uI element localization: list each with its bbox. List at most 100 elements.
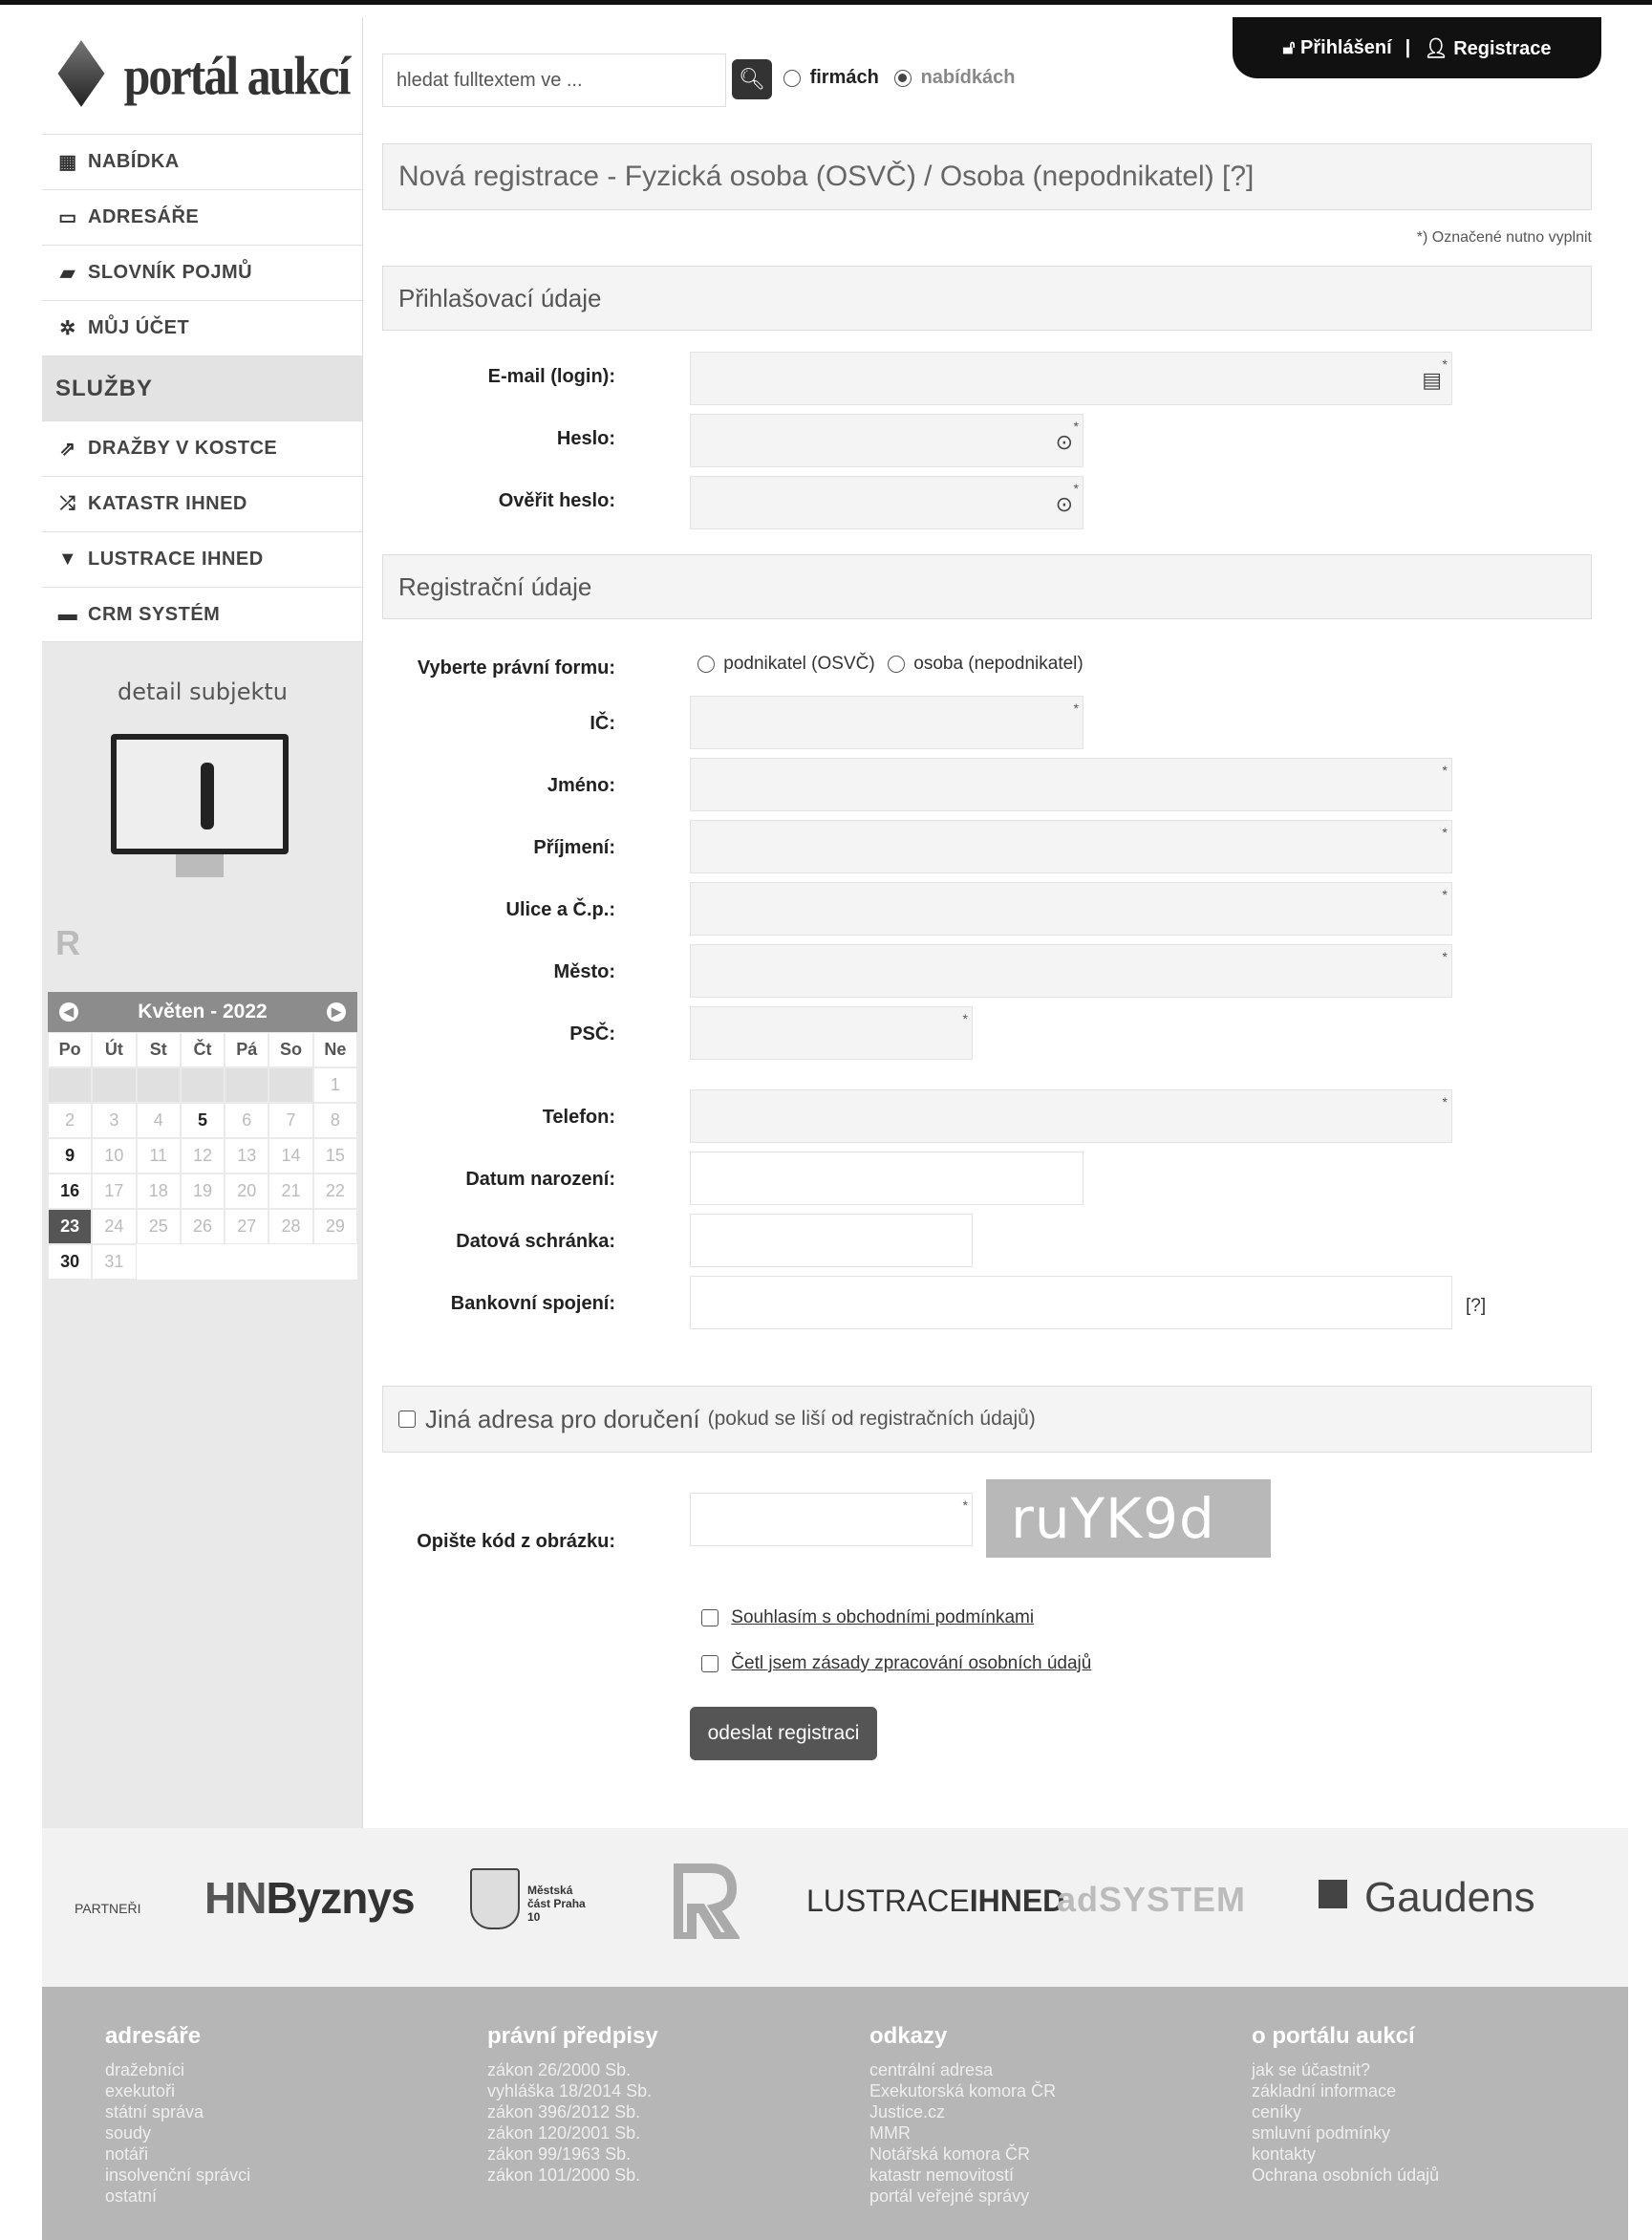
footer-link[interactable]: katastr nemovitostí: [869, 2165, 1056, 2186]
calendar-day[interactable]: 12: [180, 1138, 225, 1174]
footer-link[interactable]: zákon 101/2000 Sb.: [487, 2165, 658, 2186]
birth-date-field[interactable]: [690, 1152, 1083, 1205]
calendar-day[interactable]: 7: [268, 1103, 313, 1138]
radio-firms[interactable]: [783, 69, 801, 87]
calendar-day[interactable]: 13: [225, 1138, 269, 1174]
partner-adsystem[interactable]: adSYSTEM: [1057, 1880, 1246, 1920]
search-option-offers[interactable]: nabídkách: [894, 67, 1015, 89]
footer-link[interactable]: základní informace: [1252, 2080, 1439, 2101]
bank-field[interactable]: [690, 1276, 1452, 1329]
footer-link[interactable]: Justice.cz: [869, 2101, 1056, 2122]
calendar-day[interactable]: 5: [180, 1103, 225, 1138]
footer-link[interactable]: portál veřejné správy: [869, 2186, 1056, 2207]
praha10-crest-icon[interactable]: [470, 1868, 520, 1929]
alt-address-checkbox[interactable]: [398, 1411, 416, 1428]
calendar-day[interactable]: 18: [136, 1174, 181, 1209]
next-month-icon[interactable]: ▶: [327, 1002, 346, 1022]
partner-gaudens[interactable]: Gaudens: [1364, 1874, 1535, 1922]
footer-link[interactable]: ceníky: [1252, 2101, 1439, 2122]
calendar-day[interactable]: 23: [48, 1209, 93, 1244]
calendar-day[interactable]: 26: [180, 1209, 225, 1244]
calendar-day[interactable]: 3: [92, 1103, 137, 1138]
search-input[interactable]: hledat fulltextem ve ...: [382, 54, 726, 107]
promo-detail-subjektu[interactable]: detail subjektu R: [42, 642, 362, 996]
footer-link[interactable]: vyhláška 18/2014 Sb.: [487, 2080, 658, 2101]
password-field[interactable]: * ⊙: [690, 414, 1083, 467]
sidebar-item-katastr[interactable]: ⤮ KATASTR IHNED: [42, 476, 362, 531]
footer-link[interactable]: smluvní podmínky: [1252, 2122, 1439, 2143]
last-name-field[interactable]: *: [690, 820, 1452, 873]
sidebar-item-crm[interactable]: ▬ CRM SYSTÉM: [42, 587, 362, 642]
privacy-checkbox[interactable]: [701, 1654, 719, 1672]
calendar-day[interactable]: 16: [48, 1174, 93, 1209]
footer-link[interactable]: centrální adresa: [869, 2059, 1056, 2080]
submit-registration-button[interactable]: odeslat registraci: [690, 1707, 877, 1760]
alt-address-panel[interactable]: Jiná adresa pro doručení (pokud se liší …: [382, 1386, 1592, 1453]
email-field[interactable]: * ▤: [690, 352, 1452, 405]
footer-link[interactable]: zákon 99/1963 Sb.: [487, 2143, 658, 2165]
sidebar-item-muj-ucet[interactable]: ✲ MŮJ ÚČET: [42, 300, 362, 355]
footer-link[interactable]: exekutoři: [105, 2080, 250, 2101]
sidebar-item-nabidka[interactable]: ▦ NABÍDKA: [42, 134, 362, 189]
footer-link[interactable]: insolvenční správci: [105, 2165, 250, 2186]
partner-lustrace[interactable]: LUSTRACEIHNED: [806, 1884, 1064, 1919]
partner-hnbyznys[interactable]: HNByznys: [204, 1872, 416, 1924]
prev-month-icon[interactable]: ◀: [59, 1002, 78, 1022]
calendar-day[interactable]: 14: [268, 1138, 313, 1174]
sidebar-item-drazby[interactable]: ⇗ DRAŽBY V KOSTCE: [42, 420, 362, 476]
city-field[interactable]: *: [690, 944, 1452, 998]
search-option-firms[interactable]: firmách: [783, 67, 879, 89]
sidebar-item-slovnik[interactable]: ▰ SLOVNÍK POJMŮ: [42, 245, 362, 300]
ic-field[interactable]: *: [690, 696, 1083, 749]
calendar-day[interactable]: 22: [312, 1174, 357, 1209]
captcha-field[interactable]: *: [690, 1493, 973, 1546]
login-link[interactable]: 🔓︎ Přihlášení: [1283, 37, 1392, 59]
sidebar-item-adresare[interactable]: ▭ ADRESÁŘE: [42, 189, 362, 245]
footer-link[interactable]: MMR: [869, 2122, 1056, 2143]
radio-nepodnikatel[interactable]: [887, 655, 905, 673]
calendar-day[interactable]: 29: [312, 1209, 357, 1244]
calendar-day[interactable]: 15: [312, 1138, 357, 1174]
footer-link[interactable]: jak se účastnit?: [1252, 2059, 1439, 2080]
footer-link[interactable]: soudy: [105, 2122, 250, 2143]
footer-link[interactable]: notáři: [105, 2143, 250, 2165]
calendar-day[interactable]: 17: [92, 1174, 137, 1209]
search-button[interactable]: 🔍︎: [732, 59, 772, 99]
calendar-day[interactable]: 31: [92, 1244, 137, 1280]
bank-help-link[interactable]: [?]: [1466, 1296, 1486, 1317]
radio-osvc[interactable]: [697, 655, 715, 673]
calendar-day[interactable]: 6: [225, 1103, 269, 1138]
calendar-day[interactable]: 2: [48, 1103, 93, 1138]
site-logo[interactable]: portál aukcí: [42, 17, 362, 134]
calendar-day[interactable]: 21: [268, 1174, 313, 1209]
footer-link[interactable]: Exekutorská komora ČR: [869, 2080, 1056, 2101]
privacy-link[interactable]: Četl jsem zásady zpracování osobních úda…: [731, 1653, 1091, 1673]
r-partner-logo-icon[interactable]: [673, 1861, 743, 1942]
password-confirm-field[interactable]: * ⊙: [690, 476, 1083, 529]
footer-link[interactable]: zákon 120/2001 Sb.: [487, 2122, 658, 2143]
calendar-day[interactable]: 1: [312, 1067, 357, 1103]
databox-field[interactable]: [690, 1214, 973, 1267]
footer-link[interactable]: Notářská komora ČR: [869, 2143, 1056, 2165]
calendar-day[interactable]: 28: [268, 1209, 313, 1244]
first-name-field[interactable]: *: [690, 758, 1452, 811]
footer-link[interactable]: zákon 26/2000 Sb.: [487, 2059, 658, 2080]
sidebar-item-lustrace[interactable]: ▼ LUSTRACE IHNED: [42, 531, 362, 587]
footer-link[interactable]: zákon 396/2012 Sb.: [487, 2101, 658, 2122]
calendar-day[interactable]: 4: [136, 1103, 181, 1138]
zip-field[interactable]: *: [690, 1006, 973, 1060]
footer-link[interactable]: státní správa: [105, 2101, 250, 2122]
terms-link[interactable]: Souhlasím s obchodními podmínkami: [731, 1607, 1034, 1627]
calendar-day[interactable]: 11: [136, 1138, 181, 1174]
calendar-day[interactable]: 30: [48, 1244, 93, 1280]
footer-link[interactable]: dražebníci: [105, 2059, 250, 2080]
radio-offers[interactable]: [894, 69, 912, 87]
street-field[interactable]: *: [690, 882, 1452, 936]
calendar-day[interactable]: 19: [180, 1174, 225, 1209]
calendar-day[interactable]: 8: [312, 1103, 357, 1138]
phone-field[interactable]: *: [690, 1089, 1452, 1143]
calendar-day[interactable]: 20: [225, 1174, 269, 1209]
footer-link[interactable]: Ochrana osobních údajů: [1252, 2165, 1439, 2186]
calendar-day[interactable]: 24: [92, 1209, 137, 1244]
footer-link[interactable]: kontakty: [1252, 2143, 1439, 2165]
